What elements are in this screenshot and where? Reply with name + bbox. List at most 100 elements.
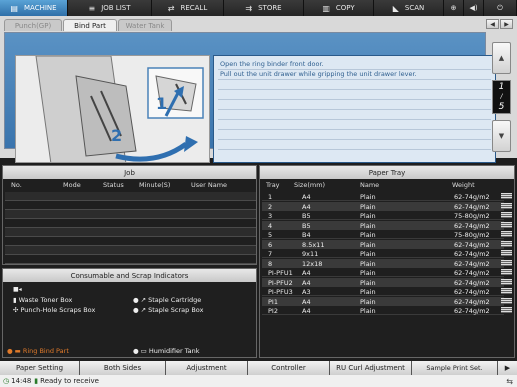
tray-row[interactable]: 5 B4 Plain 75-80g/m2 — [262, 230, 512, 239]
page-up-button[interactable]: ▲ — [492, 42, 511, 74]
waste-toner-indicator: ▮ Waste Toner Box — [13, 296, 73, 304]
paper-level-icon — [501, 269, 512, 275]
tray-id: 1 — [268, 193, 273, 201]
sample-print-set-button[interactable]: Sample Print Set. — [412, 361, 498, 375]
tab-store[interactable]: ⇉ STORE — [224, 0, 304, 16]
tray-id: PI2 — [268, 307, 278, 315]
store-icon: ⇉ — [245, 3, 253, 13]
tray-row[interactable]: 7 9x11 Plain 62-74g/m2 — [262, 249, 512, 258]
tray-size: B5 — [302, 212, 311, 220]
job-row[interactable] — [5, 237, 256, 246]
status-bar: ◷ 14:48 ▮ Ready to receive ⇆ — [0, 375, 517, 387]
controller-button[interactable]: Controller — [248, 361, 330, 375]
ring-bind-part-indicator: ● ▬ Ring Bind Part — [7, 347, 69, 355]
adjustment-button[interactable]: Adjustment — [166, 361, 248, 375]
triangle-up-icon: ▲ — [498, 54, 505, 62]
tray-paper-name: Plain — [360, 269, 376, 277]
job-row[interactable] — [5, 219, 256, 228]
tab-prev-button[interactable]: ◀ — [486, 19, 499, 29]
tray-weight: 62-74g/m2 — [454, 202, 490, 211]
tab-next-button[interactable]: ▶ — [500, 19, 513, 29]
tray-id: PI1 — [268, 297, 278, 306]
paper-level-icon — [501, 250, 512, 256]
tray-row[interactable]: PI1 A4 Plain 62-74g/m2 — [262, 296, 512, 306]
job-row[interactable] — [5, 255, 256, 264]
tray-col-name: Name — [360, 181, 380, 189]
tray-id: 4 — [268, 221, 273, 230]
tray-size: A4 — [302, 307, 311, 315]
page-down-button[interactable]: ▼ — [492, 120, 511, 152]
job-col-minutes: Minute(S) — [139, 181, 171, 189]
tray-row[interactable]: 3 B5 Plain 75-80g/m2 — [262, 211, 512, 220]
tray-size: A3 — [302, 288, 311, 296]
tray-row[interactable]: PI-PFU3 A3 Plain 62-74g/m2 — [262, 287, 512, 296]
ready-icon: ▮ — [34, 377, 39, 385]
tray-paper-name: Plain — [360, 288, 376, 296]
job-row[interactable] — [5, 246, 256, 255]
paper-level-icon — [501, 193, 512, 199]
tray-weight: 75-80g/m2 — [454, 231, 490, 239]
tray-row[interactable]: 1 A4 Plain 62-74g/m2 — [262, 192, 512, 201]
tab-machine[interactable]: ▤ MACHINE — [0, 0, 68, 16]
tray-size: A4 — [302, 193, 311, 201]
tray-size: A4 — [302, 269, 311, 277]
staple-icon: ↗ — [140, 296, 147, 304]
warning-dot-icon: ● — [7, 347, 13, 355]
tray-id: 3 — [268, 212, 273, 220]
job-row[interactable] — [5, 210, 256, 219]
globe-icon: ⊕ — [450, 4, 457, 12]
tab-bind-part[interactable]: Bind Part — [63, 19, 117, 31]
tray-col-tray: Tray — [266, 181, 280, 189]
tray-paper-name: Plain — [360, 221, 376, 230]
job-row[interactable] — [5, 228, 256, 237]
tab-water-tank[interactable]: Water Tank — [118, 19, 172, 31]
recall-icon: ⇄ — [167, 3, 175, 13]
tray-size: B4 — [302, 231, 311, 239]
tray-weight: 62-74g/m2 — [454, 259, 490, 268]
toner-icon: ▮ — [13, 296, 17, 304]
job-panel: Job No. Mode Status Minute(S) User Name — [2, 165, 257, 265]
video-icon: ■◂ — [13, 286, 22, 293]
tray-row[interactable]: 4 B5 Plain 62-74g/m2 — [262, 220, 512, 230]
tray-paper-name: Plain — [360, 202, 376, 211]
paper-setting-button[interactable]: Paper Setting — [0, 361, 80, 375]
instruction-line-2: Pull out the unit drawer while gripping … — [220, 70, 417, 78]
arrow-right-icon: ▶ — [504, 20, 509, 28]
volume-button[interactable]: ◀) — [464, 0, 484, 16]
tray-row[interactable]: 2 A4 Plain 62-74g/m2 — [262, 201, 512, 211]
globe-button[interactable]: ⊕ — [444, 0, 464, 16]
tray-weight: 62-74g/m2 — [454, 250, 490, 258]
ru-curl-adjustment-button[interactable]: RU Curl Adjustment — [330, 361, 412, 375]
job-col-no: No. — [11, 181, 22, 189]
tank-icon: ▭ — [140, 347, 147, 355]
tray-id: 5 — [268, 231, 273, 239]
both-sides-button[interactable]: Both Sides — [80, 361, 166, 375]
job-row[interactable] — [5, 192, 256, 201]
tab-recall[interactable]: ⇄ RECALL — [152, 0, 224, 16]
tray-id: PI-PFU1 — [268, 269, 293, 277]
triangle-down-icon: ▼ — [498, 132, 505, 140]
tray-row[interactable]: 8 12x18 Plain 62-74g/m2 — [262, 258, 512, 268]
instruction-line-1: Open the ring binder front door. — [220, 60, 324, 68]
tab-job-list[interactable]: ≡ JOB LIST — [68, 0, 152, 16]
tray-row[interactable]: PI-PFU1 A4 Plain 62-74g/m2 — [262, 268, 512, 277]
tray-row[interactable]: PI2 A4 Plain 62-74g/m2 — [262, 306, 512, 315]
tray-row[interactable]: PI-PFU2 A4 Plain 62-74g/m2 — [262, 277, 512, 287]
bottombar-next-button[interactable]: ▶ — [498, 361, 517, 375]
staple-cartridge-indicator: ● ↗ Staple Cartridge — [133, 296, 202, 304]
job-row[interactable] — [5, 201, 256, 210]
tab-scan[interactable]: ◣ SCAN — [374, 0, 444, 16]
tray-paper-name: Plain — [360, 193, 376, 201]
tray-weight: 62-74g/m2 — [454, 278, 490, 287]
tray-id: 2 — [268, 202, 273, 211]
machine-illustration: 1 2 — [15, 55, 210, 163]
power-button[interactable]: ⏻ — [484, 0, 517, 16]
tray-row[interactable]: 6 8.5x11 Plain 62-74g/m2 — [262, 239, 512, 249]
scan-icon: ◣ — [392, 3, 399, 13]
tray-size: A4 — [302, 202, 311, 211]
tab-copy[interactable]: ▥ COPY — [304, 0, 374, 16]
tray-col-weight: Weight — [452, 181, 475, 189]
tab-punch[interactable]: Punch(GP) — [4, 19, 62, 31]
ring-bind-icon: ▬ — [14, 347, 21, 355]
tray-paper-name: Plain — [360, 240, 376, 249]
